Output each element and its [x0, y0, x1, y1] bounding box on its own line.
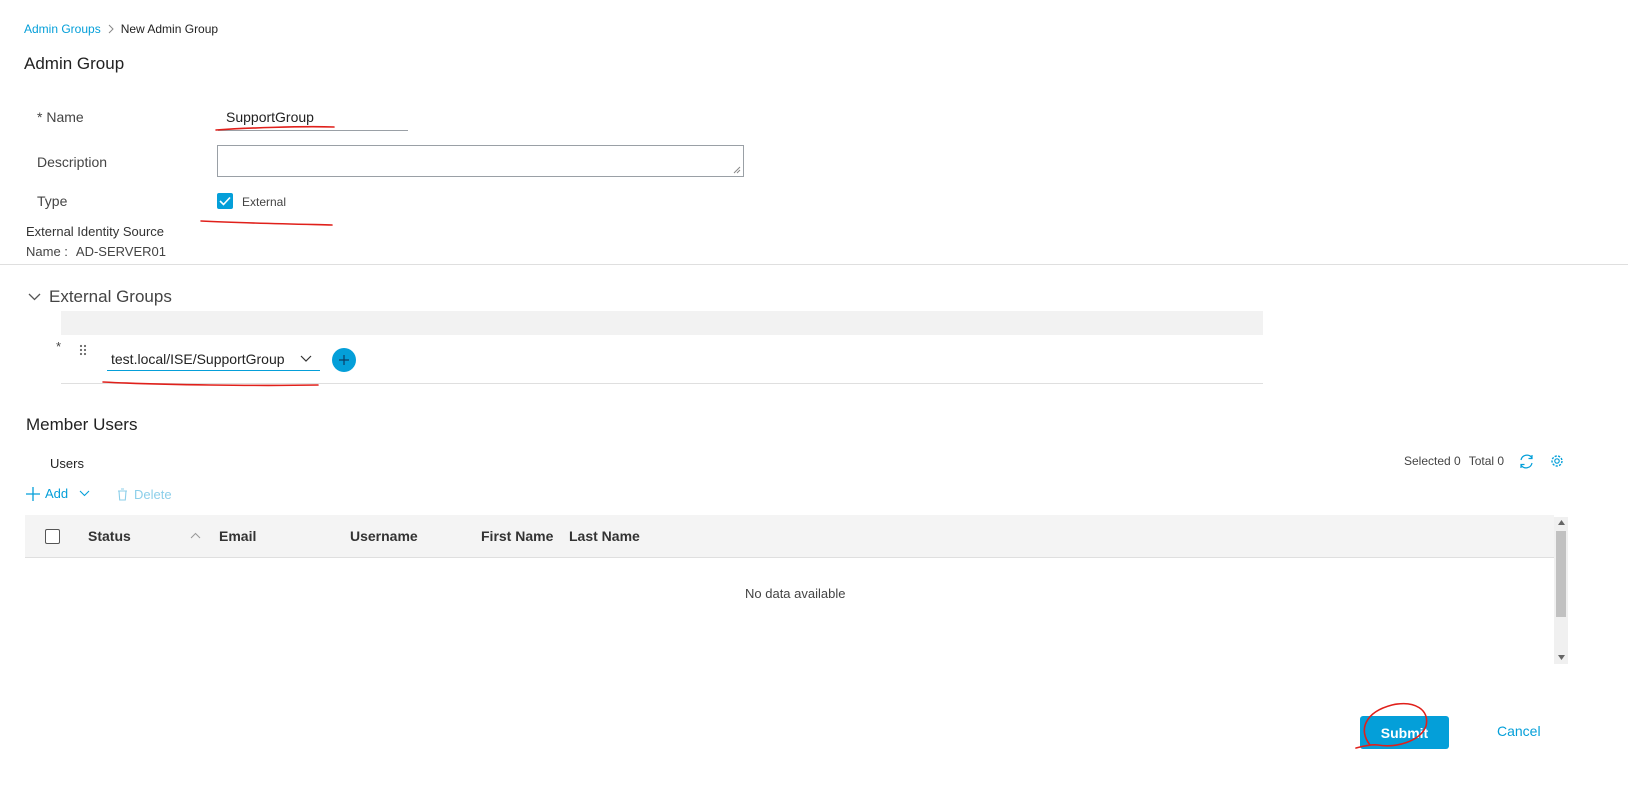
annotation-underline-type	[200, 220, 333, 226]
annotation-underline-group	[102, 381, 319, 387]
annotation-circle-submit	[1355, 703, 1428, 749]
annotation-underline-name	[215, 125, 335, 131]
annotation-overlay	[102, 125, 1428, 749]
